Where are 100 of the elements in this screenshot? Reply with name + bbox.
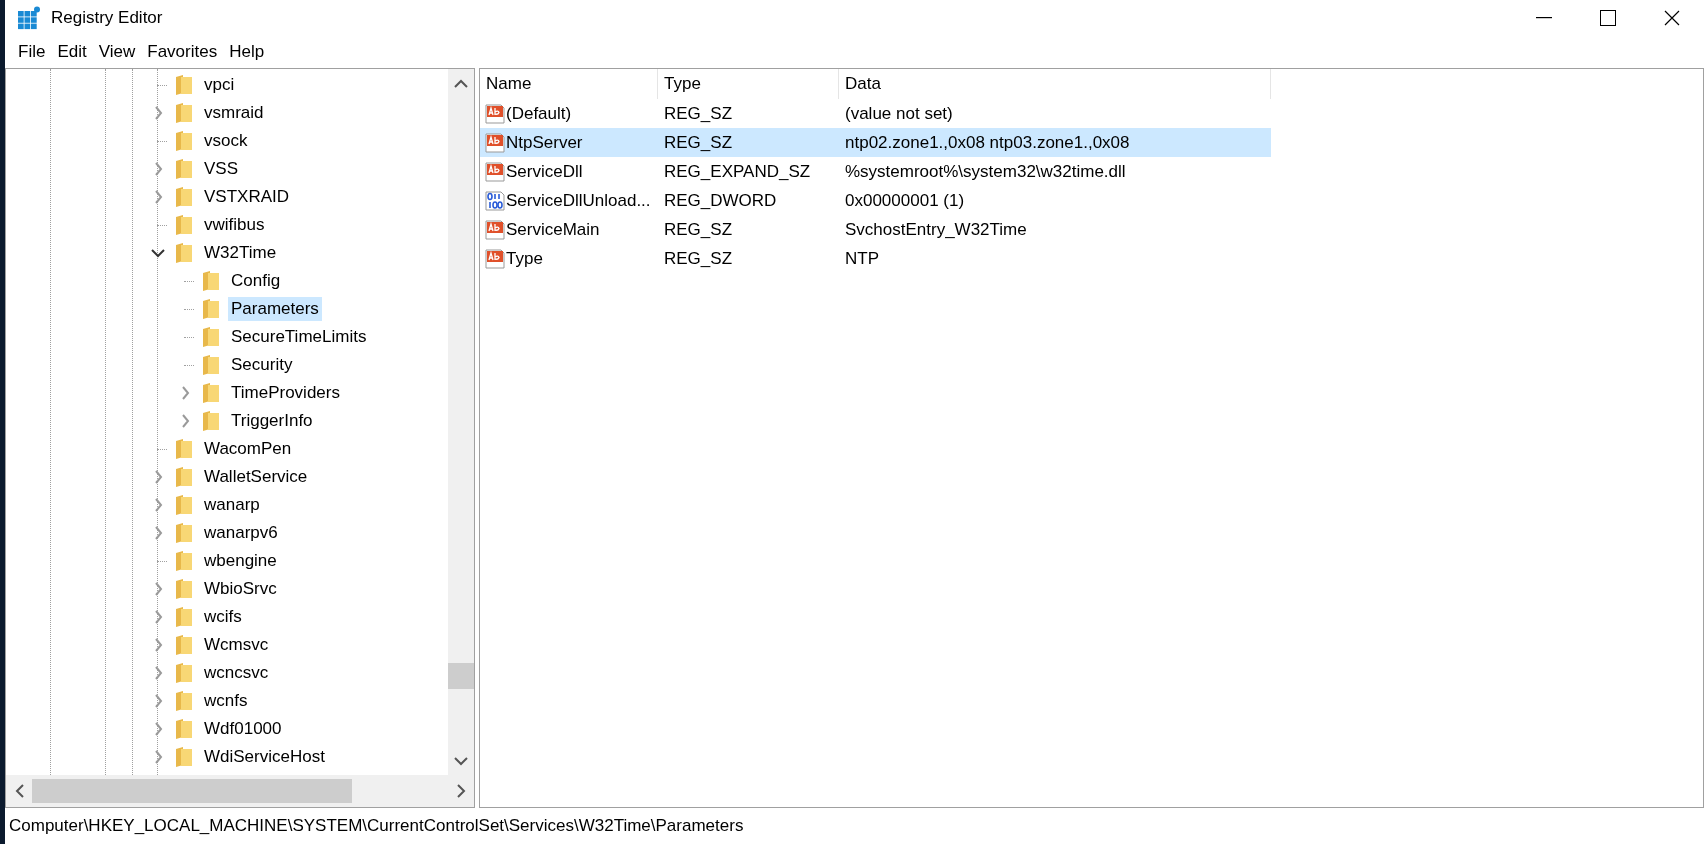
chevron-right-icon[interactable] [153, 666, 163, 680]
column-header[interactable]: Type [658, 69, 839, 99]
folder-icon [175, 130, 193, 152]
maximize-icon [1600, 10, 1616, 26]
string-value-icon [484, 160, 506, 183]
folder-icon [175, 746, 193, 768]
column-header[interactable]: Name [480, 69, 658, 99]
tree-item[interactable]: wanarpv6 [201, 521, 281, 545]
value-name: NtpServer [506, 132, 583, 153]
string-value-icon [484, 247, 506, 270]
tree-item[interactable]: W32Time [201, 241, 280, 265]
tree-item[interactable]: Config [228, 269, 284, 293]
tree-item[interactable]: WbioSrvc [201, 577, 280, 601]
folder-icon [202, 382, 220, 404]
registry-app-icon [17, 6, 41, 30]
chevron-right-icon[interactable] [153, 190, 163, 204]
chevron-right-icon[interactable] [153, 498, 163, 512]
value-row[interactable]: ServiceMain REG_SZ SvchostEntry_W32Time [480, 215, 1271, 244]
folder-icon [202, 354, 220, 376]
tree-item[interactable]: Parameters [228, 297, 322, 321]
chevron-right-icon[interactable] [153, 694, 163, 708]
tree-item[interactable]: wbengine [201, 549, 280, 573]
folder-icon [202, 298, 220, 320]
value-name: ServiceDll [506, 161, 583, 182]
folder-icon [202, 270, 220, 292]
menu-item[interactable]: Edit [51, 39, 93, 65]
folder-icon [175, 718, 193, 740]
menu-item[interactable]: Help [223, 39, 271, 65]
tree-item[interactable]: Wcmsvc [201, 633, 272, 657]
value-name: Type [506, 248, 543, 269]
tree-item[interactable]: wcifs [201, 605, 245, 629]
string-value-icon [484, 218, 506, 241]
tree-item[interactable]: wcnfs [201, 689, 251, 713]
chevron-right-icon[interactable] [180, 414, 190, 428]
chevron-right-icon[interactable] [153, 162, 163, 176]
folder-icon [175, 466, 193, 488]
horizontal-scrollbar[interactable] [6, 775, 474, 807]
string-value-icon [484, 131, 506, 154]
value-name: (Default) [506, 103, 572, 124]
chevron-right-icon[interactable] [153, 638, 163, 652]
chevron-right-icon[interactable] [153, 470, 163, 484]
status-bar-path: Computer\HKEY_LOCAL_MACHINE\SYSTEM\CurrentControlSet\Services\W32Time\Parameters [8, 815, 745, 837]
vertical-scrollbar[interactable] [448, 69, 474, 775]
value-type: REG_SZ [663, 219, 734, 240]
chevron-right-icon[interactable] [153, 722, 163, 736]
scroll-down-icon[interactable] [454, 756, 468, 766]
tree-item[interactable]: TriggerInfo [228, 409, 316, 433]
value-row[interactable]: ServiceDll REG_EXPAND_SZ %systemroot%\system32\w32time.dll [480, 157, 1271, 186]
chevron-right-icon[interactable] [153, 610, 163, 624]
close-icon [1664, 10, 1680, 26]
scroll-left-icon[interactable] [14, 784, 24, 798]
scroll-right-icon[interactable] [456, 784, 466, 798]
tree-item[interactable]: Security [228, 353, 296, 377]
minimize-icon [1536, 17, 1552, 19]
menu-item[interactable]: Favorites [141, 39, 224, 65]
folder-icon [175, 550, 193, 572]
folder-icon [202, 326, 220, 348]
tree-item[interactable]: TimeProviders [228, 381, 343, 405]
tree-item[interactable]: SecureTimeLimits [228, 325, 370, 349]
tree-item[interactable]: wcncsvc [201, 661, 272, 685]
tree-item[interactable]: VSS [201, 157, 242, 181]
tree-item[interactable]: wanarp [201, 493, 263, 517]
tree-item[interactable]: vsock [201, 129, 251, 153]
value-data: (value not set) [844, 103, 954, 124]
tree-item[interactable]: vwifibus [201, 213, 268, 237]
value-data: 0x00000001 (1) [844, 190, 966, 211]
value-type: REG_EXPAND_SZ [663, 161, 812, 182]
value-data: %systemroot%\system32\w32time.dll [844, 161, 1127, 182]
scroll-thumb[interactable] [32, 779, 353, 803]
tree-item[interactable]: VSTXRAID [201, 185, 293, 209]
value-row[interactable]: (Default) REG_SZ (value not set) [480, 99, 1271, 128]
value-row[interactable]: ServiceDllUnload... REG_DWORD 0x00000001 (1) [480, 186, 1271, 215]
tree-item[interactable]: vsmraid [201, 101, 267, 125]
chevron-right-icon[interactable] [153, 750, 163, 764]
folder-icon [202, 410, 220, 432]
chevron-right-icon[interactable] [153, 582, 163, 596]
chevron-right-icon[interactable] [153, 526, 163, 540]
tree-item[interactable]: vpci [201, 73, 238, 97]
chevron-right-icon[interactable] [153, 106, 163, 120]
scroll-thumb[interactable] [448, 662, 474, 689]
menu-item[interactable]: File [12, 39, 52, 65]
menu-item[interactable]: View [92, 39, 142, 65]
chevron-right-icon[interactable] [180, 386, 190, 400]
tree-item[interactable]: WdiServiceHost [201, 745, 328, 769]
column-header[interactable]: Data [839, 69, 1271, 99]
folder-icon [175, 662, 193, 684]
folder-icon [175, 102, 193, 124]
value-type: REG_SZ [663, 132, 734, 153]
scroll-up-icon[interactable] [454, 78, 468, 88]
value-type: REG_DWORD [663, 190, 778, 211]
folder-icon [175, 438, 193, 460]
value-row[interactable]: Type REG_SZ NTP [480, 244, 1271, 273]
tree-item[interactable]: WacomPen [201, 437, 295, 461]
folder-icon [175, 578, 193, 600]
folder-icon [175, 522, 193, 544]
value-row[interactable]: NtpServer REG_SZ ntp02.zone1.,0x08 ntp03.zone1.,0x08 [480, 128, 1271, 157]
tree-item[interactable]: WalletService [201, 465, 311, 489]
chevron-down-icon[interactable] [151, 248, 165, 258]
binary-value-icon [484, 189, 506, 212]
tree-item[interactable]: Wdf01000 [201, 717, 285, 741]
